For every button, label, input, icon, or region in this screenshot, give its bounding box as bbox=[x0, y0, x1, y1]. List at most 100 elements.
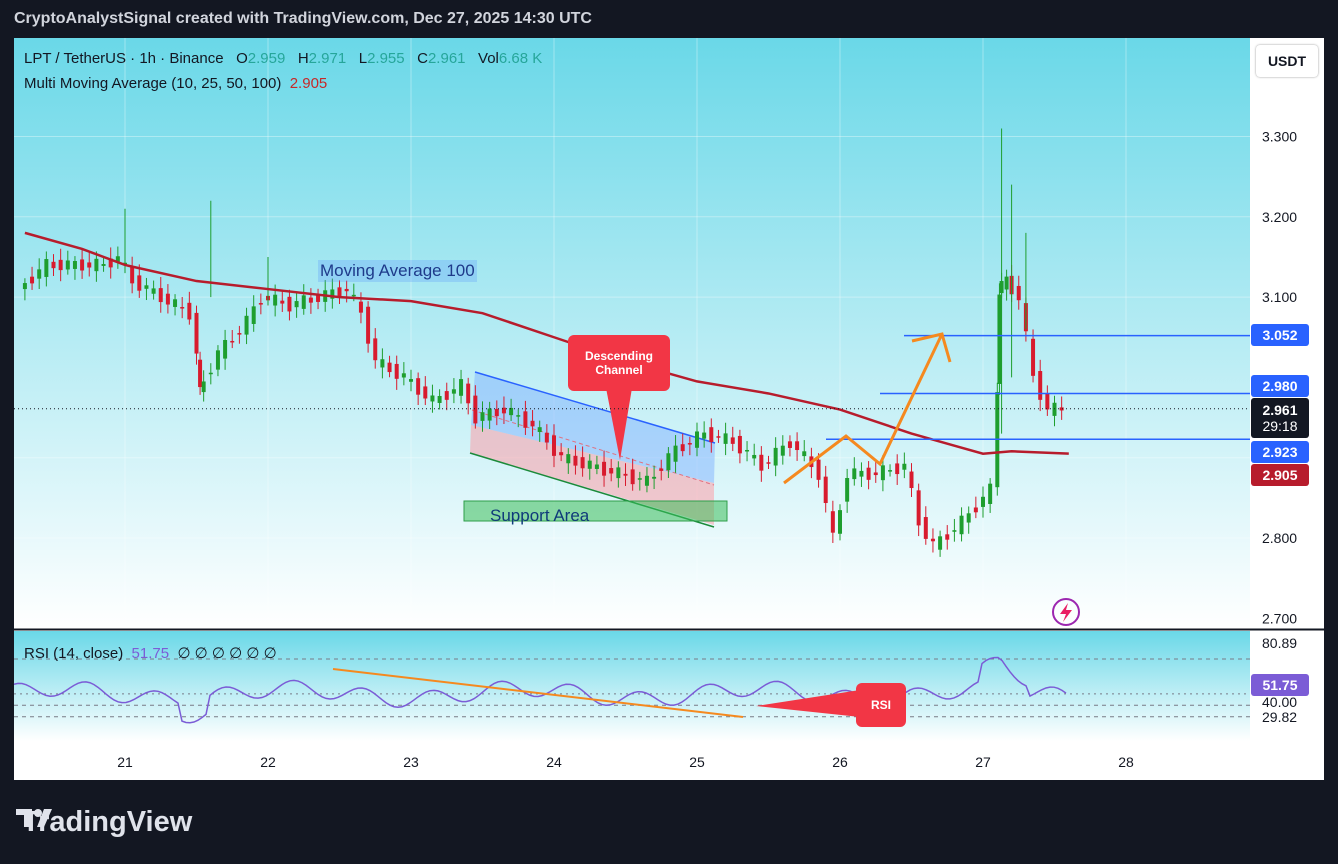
candle-body-75 bbox=[552, 435, 556, 456]
candle-body-119 bbox=[866, 467, 871, 480]
candle-body-88 bbox=[644, 475, 649, 486]
candle-body-94 bbox=[687, 443, 692, 445]
candle-body-144 bbox=[1031, 338, 1036, 376]
candle-body-123 bbox=[895, 463, 900, 475]
candle-body-65 bbox=[480, 412, 485, 421]
candle-body-40 bbox=[301, 295, 306, 309]
candle-body-85 bbox=[623, 473, 628, 476]
candle-body-3 bbox=[44, 259, 49, 277]
candle-body-39 bbox=[294, 301, 299, 308]
candle-body-127 bbox=[923, 517, 928, 539]
price-label-2923[interactable]: 2.923 bbox=[1251, 441, 1309, 463]
tradingview-logo[interactable]: TradingView bbox=[16, 806, 192, 839]
rsi-current-label[interactable]: 51.75 bbox=[1251, 674, 1309, 696]
candle-body-126 bbox=[916, 490, 921, 526]
candle-body-110 bbox=[802, 451, 807, 457]
candle-body-25 bbox=[198, 359, 203, 388]
rsi-legend[interactable]: RSI (14, close) 51.75 ∅ ∅ ∅ ∅ ∅ ∅ bbox=[24, 644, 277, 662]
candle-body-71 bbox=[523, 411, 528, 428]
candle-body-50 bbox=[373, 338, 378, 361]
currency-button[interactable]: USDT bbox=[1256, 45, 1318, 77]
price-label-3052[interactable]: 3.052 bbox=[1251, 324, 1309, 346]
candle-body-23 bbox=[187, 302, 192, 320]
candle-body-70 bbox=[516, 415, 521, 417]
candle-body-60 bbox=[444, 391, 449, 400]
candle-body-58 bbox=[430, 395, 435, 402]
candle-body-9 bbox=[87, 262, 92, 268]
candle-body-101 bbox=[737, 435, 742, 454]
candle-body-8 bbox=[80, 259, 85, 271]
candle-body-105 bbox=[766, 462, 771, 464]
symbol-label[interactable]: LPT / TetherUS · 1h · Binance bbox=[24, 50, 224, 67]
candle-body-30 bbox=[230, 340, 235, 343]
volume-label: Vol bbox=[478, 50, 499, 67]
high-label: H bbox=[297, 50, 309, 67]
candle-body-27 bbox=[208, 372, 213, 375]
candle-body-10 bbox=[94, 258, 99, 272]
open-label: O bbox=[236, 50, 248, 67]
candle-body-0 bbox=[22, 283, 27, 290]
candle-body-136 bbox=[988, 483, 993, 505]
rsi-title: RSI (14, close) bbox=[24, 645, 124, 662]
candle-body-19 bbox=[158, 288, 163, 303]
current-price-value: 2.961 bbox=[1262, 402, 1298, 418]
candle-body-46 bbox=[344, 288, 349, 292]
candle-body-57 bbox=[423, 386, 428, 399]
candle-body-31 bbox=[237, 333, 242, 335]
price-chart-svg[interactable]: 3.3003.2003.1002.9002.8002.700 212223242… bbox=[0, 0, 1338, 864]
candle-body-97 bbox=[709, 427, 714, 443]
ohlc-legend: LPT / TetherUS · 1h · Binance O2.959 H2.… bbox=[24, 50, 542, 67]
candle-body-17 bbox=[144, 285, 149, 289]
candle-body-86 bbox=[630, 469, 635, 485]
ma-value: 2.905 bbox=[289, 75, 328, 92]
ma-legend[interactable]: Multi Moving Average (10, 25, 50, 100) 2… bbox=[24, 75, 327, 92]
candle-body-28 bbox=[215, 350, 220, 370]
candle-body-29 bbox=[223, 339, 228, 359]
candle-body-113 bbox=[823, 476, 828, 504]
candle-body-55 bbox=[409, 379, 413, 382]
candle-body-148 bbox=[1059, 407, 1064, 411]
candle-body-32 bbox=[244, 315, 249, 335]
current-price-label[interactable]: 2.961 29:18 bbox=[1251, 398, 1309, 438]
candle-body-21 bbox=[173, 299, 178, 307]
candle-body-16 bbox=[137, 275, 142, 291]
price-tick-4: 2.800 bbox=[1262, 530, 1297, 546]
candle-body-20 bbox=[165, 293, 170, 305]
candle-body-121 bbox=[880, 465, 885, 481]
candle-body-134 bbox=[973, 507, 978, 513]
rsi-tick-bottom: 29.82 bbox=[1262, 709, 1298, 725]
candle-body-53 bbox=[394, 363, 399, 379]
time-tick-7: 28 bbox=[1118, 754, 1134, 770]
candle-body-36 bbox=[273, 294, 278, 306]
candle-body-125 bbox=[909, 471, 914, 489]
candle-body-87 bbox=[637, 478, 642, 480]
candle-body-112 bbox=[816, 459, 821, 480]
ma-price-label[interactable]: 2.905 bbox=[1251, 464, 1309, 486]
time-tick-4: 25 bbox=[689, 754, 705, 770]
candle-body-26 bbox=[201, 381, 206, 393]
candle-body-7 bbox=[72, 261, 77, 269]
candle-body-108 bbox=[787, 441, 792, 448]
candle-body-2 bbox=[37, 269, 42, 279]
candle-body-52 bbox=[387, 362, 392, 373]
candle-body-114 bbox=[830, 511, 835, 533]
low-label: L bbox=[358, 50, 368, 67]
candle-body-66 bbox=[487, 408, 492, 421]
time-tick-6: 27 bbox=[975, 754, 991, 770]
candle-body-73 bbox=[537, 427, 542, 433]
candle-body-22 bbox=[180, 307, 185, 309]
time-tick-0: 21 bbox=[117, 754, 133, 770]
high-value: 2.971 bbox=[308, 50, 347, 67]
time-tick-1: 22 bbox=[260, 754, 276, 770]
callout-line-2: Channel bbox=[595, 363, 643, 377]
candle-body-45 bbox=[337, 287, 342, 297]
price-label-2980[interactable]: 2.980 bbox=[1251, 375, 1309, 397]
candle-body-92 bbox=[673, 445, 678, 462]
candle-body-81 bbox=[594, 464, 599, 469]
moving-average-annotation: Moving Average 100 bbox=[318, 260, 477, 282]
rsi-callout: RSI bbox=[856, 683, 906, 727]
candle-body-135 bbox=[981, 496, 985, 507]
candle-body-51 bbox=[380, 359, 385, 368]
candle-body-89 bbox=[652, 476, 657, 479]
candle-body-77 bbox=[566, 454, 571, 464]
